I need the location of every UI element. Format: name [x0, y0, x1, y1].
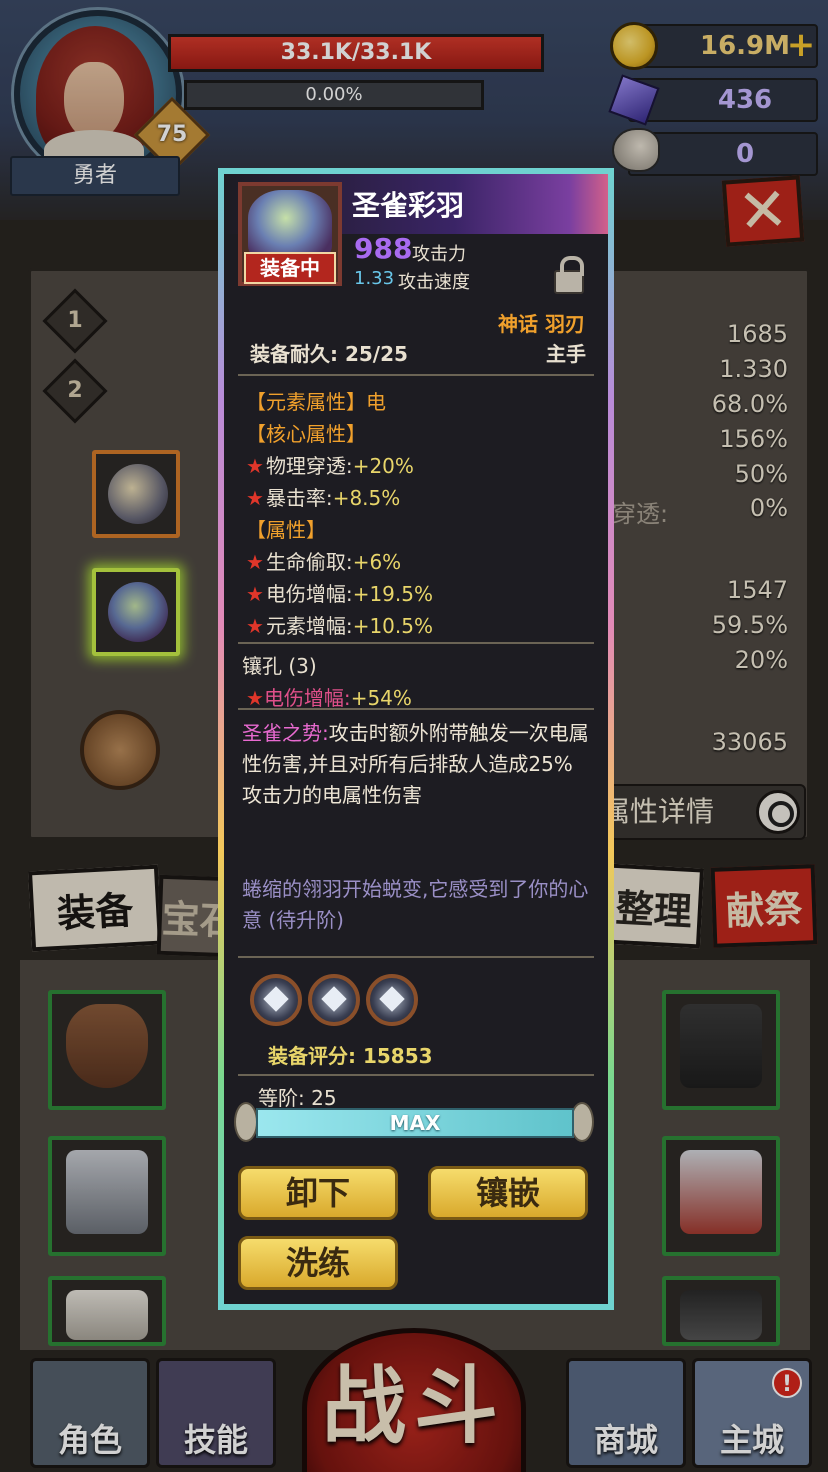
stat-name: 暴击率: — [265, 486, 333, 510]
star-icon: ★ — [246, 686, 264, 710]
item-rarity: 神话 羽刃 — [498, 312, 585, 336]
set-effect: 圣雀之势:攻击时额外附带触发一次电属性伤害,并且对所有后排敌人造成25%攻击力的… — [242, 718, 592, 811]
attribute-heading: 【属性】 — [246, 518, 326, 542]
socket-stat-row: ★电伤增幅:+54% — [246, 682, 412, 711]
rank-progress-bar: MAX — [256, 1108, 574, 1138]
core-stat-row: ★ 暴击率:+8.5% — [246, 482, 400, 511]
stat-name: 元素增幅: — [265, 614, 353, 638]
socket-stat-name: 电伤增幅: — [263, 686, 351, 710]
star-icon: ★ — [246, 486, 264, 510]
attack-speed-value: 1.33 — [354, 268, 395, 289]
feather-blade-icon — [248, 190, 332, 260]
core-attribute-heading: 【核心属性】 — [246, 422, 366, 446]
attribute-stat-row: ★ 生命偷取:+6% — [246, 546, 401, 575]
attribute-stat-row: ★ 元素增幅:+10.5% — [246, 610, 433, 639]
divider — [238, 374, 594, 376]
inlay-button[interactable]: 镶嵌 — [428, 1166, 588, 1220]
socket-stat-value: +54% — [350, 686, 412, 710]
stat-name: 物理穿透: — [265, 454, 353, 478]
attribute-stat-row: ★ 电伤增幅:+19.5% — [246, 578, 433, 607]
star-icon: ★ — [246, 454, 264, 478]
divider — [238, 642, 594, 644]
attack-value: 988 — [354, 232, 413, 265]
stat-value: +6% — [352, 550, 402, 574]
star-icon: ★ — [246, 614, 264, 638]
item-slot: 主手 — [546, 342, 586, 366]
item-rank: 等阶: 25 — [258, 1086, 337, 1110]
attack-speed-label: 攻击速度 — [398, 272, 470, 293]
socket-heading: 镶孔 (3) — [242, 654, 317, 678]
lock-icon[interactable] — [554, 256, 584, 294]
refine-button[interactable]: 洗练 — [238, 1236, 398, 1290]
divider — [238, 708, 594, 710]
element-attribute: 【元素属性】电 — [246, 390, 386, 414]
stat-value: +19.5% — [352, 582, 433, 606]
stat-name: 生命偷取: — [265, 550, 353, 574]
gem-socket-3[interactable] — [366, 974, 418, 1026]
unequip-button[interactable]: 卸下 — [238, 1166, 398, 1220]
item-durability: 装备耐久: 25/25 — [250, 342, 408, 366]
gem-socket-2[interactable] — [308, 974, 360, 1026]
stat-name: 电伤增幅: — [265, 582, 353, 606]
set-effect-name: 圣雀之势: — [242, 721, 329, 745]
attack-label: 攻击力 — [412, 244, 466, 265]
item-name: 圣雀彩羽 — [352, 189, 465, 222]
stat-value: +20% — [352, 454, 414, 478]
stat-value: +8.5% — [332, 486, 401, 510]
gem-socket-1[interactable] — [250, 974, 302, 1026]
star-icon: ★ — [246, 550, 264, 574]
bar-left-ornament — [234, 1102, 258, 1142]
divider — [238, 956, 594, 958]
equipment-score: 装备评分: 15853 — [268, 1044, 433, 1068]
stat-value: +10.5% — [352, 614, 433, 638]
core-stat-row: ★ 物理穿透:+20% — [246, 450, 414, 479]
divider — [238, 1074, 594, 1076]
equipped-tag: 装备中 — [244, 252, 336, 284]
flavor-text: 蜷缩的翎羽开始蜕变,它感受到了你的心意 (待升阶) — [242, 877, 589, 932]
star-icon: ★ — [246, 582, 264, 606]
